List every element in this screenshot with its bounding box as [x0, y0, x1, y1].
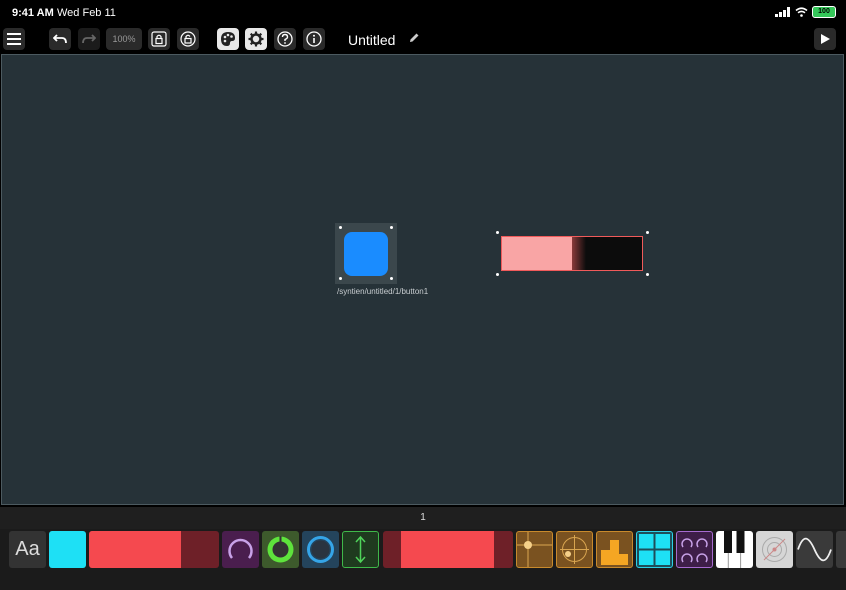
selection-handle[interactable]: [390, 226, 393, 229]
info-icon: [306, 31, 322, 47]
grid-icon: [639, 534, 670, 565]
button-widget-pad[interactable]: [344, 232, 388, 276]
radar-icon: [560, 535, 589, 564]
palette-keyboard-widget[interactable]: [716, 531, 753, 568]
palette-vertical-fader-widget[interactable]: [342, 531, 379, 568]
palette-radial-widget[interactable]: [756, 531, 793, 568]
palette-radar-widget[interactable]: [556, 531, 593, 568]
palette-oscillator-widget[interactable]: [796, 531, 833, 568]
play-button[interactable]: [814, 28, 836, 50]
battery-icon: 100: [812, 6, 836, 18]
help-icon: [277, 31, 293, 47]
bars-icon: [601, 540, 628, 565]
selection-handle[interactable]: [339, 226, 342, 229]
info-button[interactable]: [303, 28, 325, 50]
fader-fill: [502, 237, 572, 270]
sine-wave-icon: [797, 537, 832, 562]
page-number[interactable]: 1: [0, 512, 846, 523]
radial-pad-icon: [762, 537, 787, 562]
editor-canvas[interactable]: [1, 54, 844, 505]
status-date: Wed Feb 11: [57, 7, 116, 19]
settings-button[interactable]: [245, 28, 267, 50]
help-button[interactable]: [274, 28, 296, 50]
menu-button[interactable]: [3, 28, 25, 50]
selection-handle[interactable]: [496, 273, 499, 276]
palette-multi-knob-widget[interactable]: [676, 531, 713, 568]
play-icon: [821, 34, 830, 44]
palette-button[interactable]: [217, 28, 239, 50]
lock-icon: [151, 31, 167, 47]
palette-fader-widget[interactable]: [89, 531, 219, 568]
menu-icon: [7, 33, 21, 45]
edit-pencil-icon[interactable]: [408, 32, 420, 44]
fader-edge: [572, 237, 586, 270]
encoder-icon: [307, 536, 334, 563]
unlock-button[interactable]: [177, 28, 199, 50]
fader-widget[interactable]: [501, 236, 643, 271]
palette-icon: [221, 32, 235, 46]
palette-more-widget[interactable]: [836, 531, 846, 568]
selection-handle[interactable]: [339, 277, 342, 280]
page-bar[interactable]: 1: [0, 507, 846, 529]
status-icons: 100: [775, 6, 836, 18]
palette-multi-fader-widget[interactable]: [596, 531, 633, 568]
lock-button[interactable]: [148, 28, 170, 50]
palette-text-label[interactable]: Aa: [9, 531, 46, 568]
palette-multi-button-widget[interactable]: [636, 531, 673, 568]
status-time: 9:41 AM: [12, 7, 54, 19]
palette-knob-widget[interactable]: [222, 531, 259, 568]
undo-button[interactable]: [49, 28, 71, 50]
zoom-level[interactable]: 100%: [106, 28, 142, 50]
document-title[interactable]: Untitled: [348, 32, 395, 48]
ring-knob-icon: [267, 536, 294, 563]
status-bar: 9:41 AM Wed Feb 11 100: [0, 0, 846, 24]
multi-knob-icon: [681, 538, 708, 563]
piano-keys-icon: [724, 531, 745, 568]
palette-ring-knob-widget[interactable]: [262, 531, 299, 568]
button-widget[interactable]: [335, 223, 397, 284]
vertical-arrows-icon: [355, 535, 366, 564]
unlock-icon: [180, 31, 196, 47]
toolbar: 100% Untitled: [0, 26, 846, 52]
selection-handle[interactable]: [496, 231, 499, 234]
xy-pad-icon: [517, 532, 552, 567]
palette-encoder-widget[interactable]: [302, 531, 339, 568]
selection-handle[interactable]: [646, 273, 649, 276]
signal-icon: [775, 7, 790, 17]
knob-icon: [228, 538, 253, 559]
gear-icon: [248, 31, 264, 47]
wifi-icon: [795, 7, 808, 17]
selection-handle[interactable]: [390, 277, 393, 280]
palette-xy-pad-widget[interactable]: [516, 531, 553, 568]
widget-palette: Aa: [0, 529, 846, 590]
redo-button[interactable]: [78, 28, 100, 50]
palette-range-fader-widget[interactable]: [383, 531, 513, 568]
widget-address-label: /syntien/untitled/1/button1: [337, 287, 429, 296]
redo-icon: [82, 34, 96, 44]
battery-level: 100: [818, 8, 830, 15]
undo-icon: [53, 34, 67, 44]
selection-handle[interactable]: [646, 231, 649, 234]
palette-label-widget[interactable]: [49, 531, 86, 568]
